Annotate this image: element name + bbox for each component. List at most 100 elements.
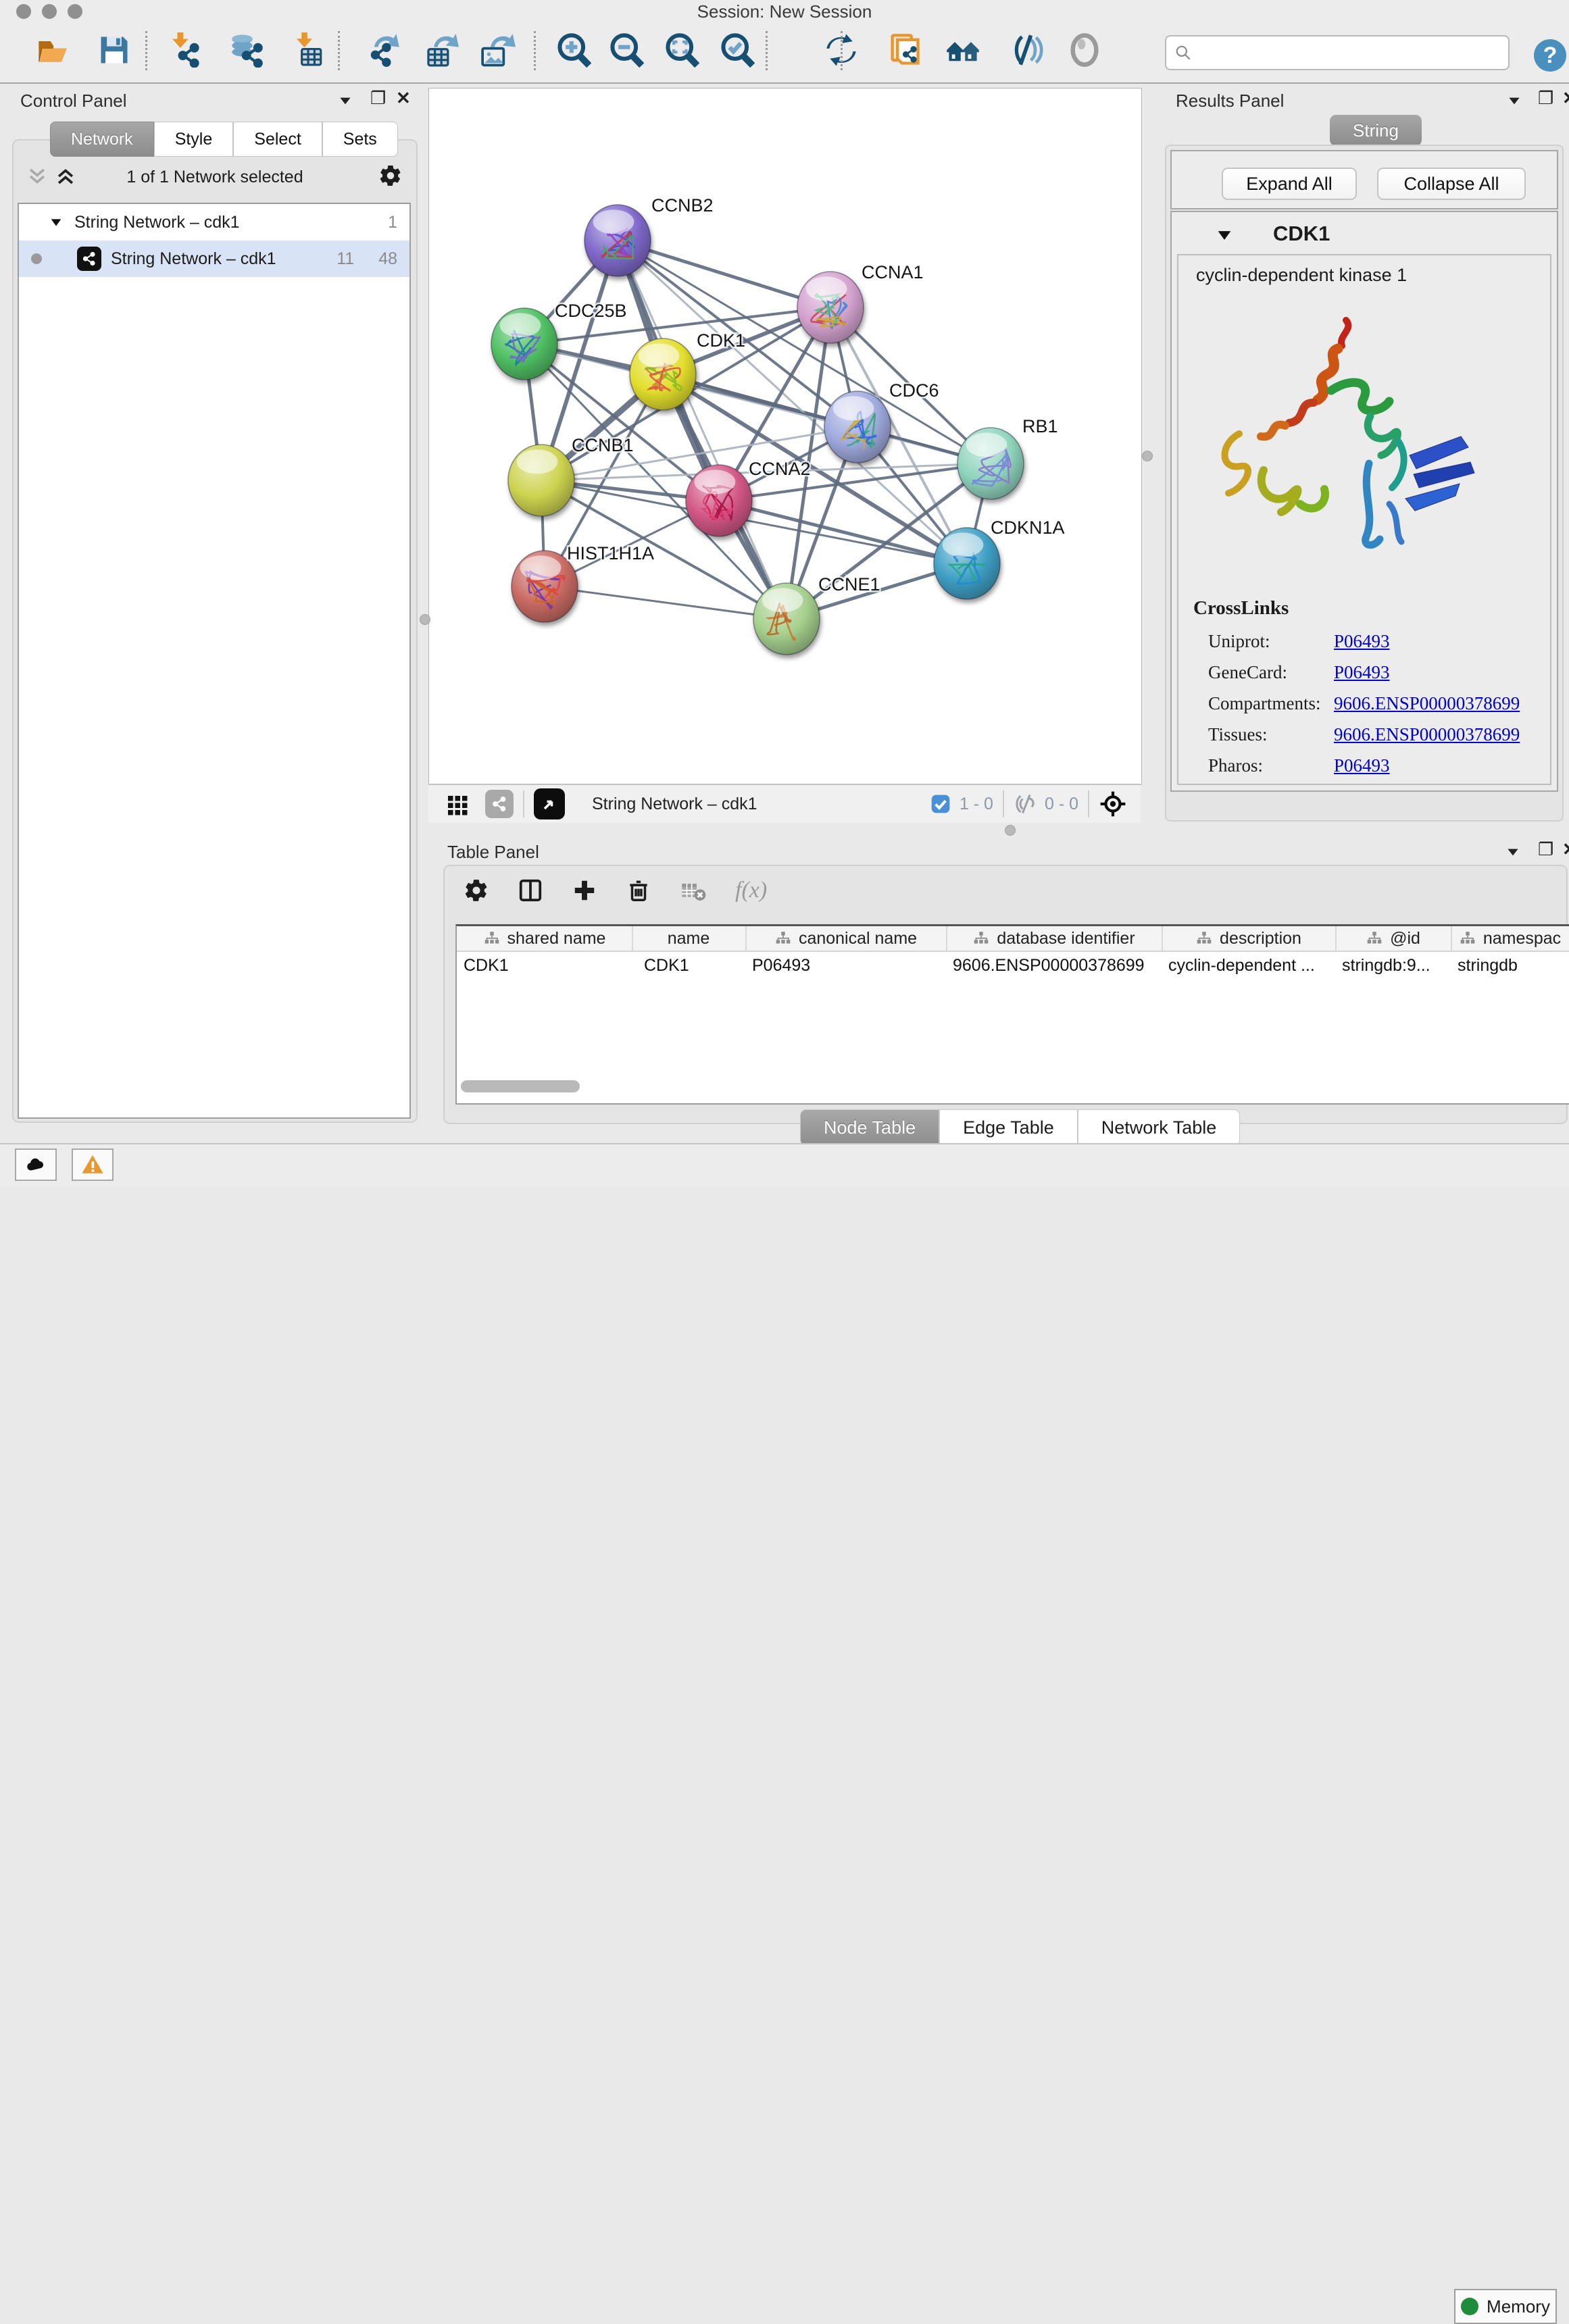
help-button[interactable]: ? [1533,38,1568,73]
network-node-ccna2[interactable] [686,465,752,536]
zoom-selected-button[interactable] [714,28,761,72]
cloud-status-button[interactable] [15,1148,57,1181]
node-label-ccna1: CCNA1 [862,262,924,282]
control-panel-menu-arrow-icon[interactable] [337,92,354,109]
collection-count: 1 [388,213,397,232]
table-panel-float-button[interactable]: ❐ [1538,840,1553,858]
hidden-eye-icon[interactable] [1014,792,1038,816]
tab-select[interactable]: Select [233,122,322,157]
control-panel-close-button[interactable]: ✕ [396,89,411,107]
toolbar-separator [338,31,340,70]
network-node-cdc6[interactable] [824,391,891,463]
gray-eye-button[interactable] [1061,28,1108,72]
column-header--id[interactable]: @id [1335,926,1452,951]
warning-status-button[interactable] [72,1148,114,1181]
export-table-button[interactable] [418,28,465,72]
export-network-button[interactable] [359,28,407,72]
network-canvas[interactable]: CCNB2CCNA1CDC25BCDK1CDC6RB1CCNB1CCNA2CDK… [428,88,1142,785]
network-node-ccna1[interactable] [797,272,864,343]
protein-collapse-arrow-icon[interactable] [1215,226,1234,245]
table-panel-close-button[interactable]: ✕ [1562,840,1569,858]
network-view-title: String Network – cdk1 [592,794,757,814]
crosslink-link[interactable]: P06493 [1334,662,1390,683]
birds-eye-view-icon[interactable] [534,788,565,819]
tab-edge-table[interactable]: Edge Table [939,1109,1078,1146]
add-column-plus-icon[interactable] [572,878,597,903]
search-input[interactable] [1197,43,1508,63]
crosslink-link[interactable]: P06493 [1334,631,1390,652]
column-header-name[interactable]: name [632,926,747,951]
crosslink-link[interactable]: 9606.ENSP00000378699 [1334,693,1520,714]
column-header-shared-name[interactable]: shared name [457,926,633,951]
show-hide-glass-button[interactable] [1003,28,1050,72]
zoom-in-icon [556,32,591,68]
network-share-icon[interactable] [485,790,514,818]
network-options-gear-icon[interactable] [378,163,403,188]
results-panel-close-button[interactable]: ✕ [1562,89,1569,107]
zoom-fit-button[interactable] [658,28,705,72]
expand-all-button[interactable]: Expand All [1222,168,1357,200]
node-gloss-highlight [500,313,541,337]
string-homes-button[interactable] [939,28,987,72]
crosslink-link[interactable]: 9606.ENSP00000378699 [1334,724,1520,745]
tab-network[interactable]: Network [50,122,154,157]
results-panel-float-button[interactable]: ❐ [1538,89,1553,107]
function-builder-icon[interactable]: f(x) [735,878,767,903]
tab-node-table[interactable]: Node Table [800,1109,939,1146]
network-node-cdkn1a[interactable] [934,528,1000,599]
zoom-out-button[interactable] [603,28,650,72]
table-settings-gear-icon[interactable] [464,878,489,903]
export-image-button[interactable] [474,28,522,72]
selected-checkbox-icon[interactable] [930,793,951,815]
node-gloss-highlight [517,449,558,474]
column-header-canonical-name[interactable]: canonical name [745,926,947,951]
memory-button[interactable]: Memory [1454,2289,1557,2324]
network-node-cdk1[interactable] [630,338,696,410]
toolbar-separator [766,31,768,70]
zoom-out-icon [609,32,644,68]
crosslink-link[interactable]: P06493 [1334,755,1390,776]
horizontal-splitter-handle[interactable] [1005,825,1016,836]
delete-table-icon[interactable] [680,877,707,904]
results-panel-menu-arrow-icon[interactable] [1505,92,1523,109]
control-panel-float-button[interactable]: ❐ [370,89,386,107]
table-panel: Table Panel ❐ ✕ f(x) shared namenamecano… [438,838,1569,1143]
network-edge[interactable] [545,586,787,619]
tab-network-table[interactable]: Network Table [1078,1109,1241,1146]
network-node-ccnb2[interactable] [584,205,651,276]
import-network-button[interactable] [161,28,208,72]
tab-sets[interactable]: Sets [322,122,398,157]
column-network-icon [1459,930,1476,947]
column-header-database-identifier[interactable]: database identifier [946,926,1163,951]
column-header-namespac[interactable]: namespac [1451,926,1569,951]
open-folder-button[interactable] [30,28,77,72]
network-node-cdc25b[interactable] [491,308,557,380]
gray-eye-icon [1067,32,1102,68]
show-columns-icon[interactable] [518,878,543,903]
network-node-rb1[interactable] [957,428,1024,499]
crosslinks-heading: CrossLinks [1193,597,1289,620]
grid-view-icon[interactable] [446,792,470,816]
node-gloss-highlight [833,396,874,420]
tab-style[interactable]: Style [154,122,234,157]
table-panel-menu-arrow-icon[interactable] [1504,843,1522,861]
table-row[interactable]: CDK1CDK1P064939606.ENSP00000378699cyclin… [457,952,1569,980]
column-header-description[interactable]: description [1162,926,1337,951]
network-collection-row[interactable]: String Network – cdk1 1 [19,204,409,241]
import-table-button[interactable] [284,28,331,72]
protein-name: CDK1 [1273,222,1330,246]
save-floppy-button[interactable] [91,28,138,72]
delete-column-trash-icon[interactable] [626,878,651,903]
import-database-button[interactable] [223,28,270,72]
table-horizontal-scrollbar[interactable] [461,1080,580,1092]
zoom-in-button[interactable] [550,28,597,72]
crosshair-icon[interactable] [1099,790,1127,818]
left-splitter-handle[interactable] [420,614,430,625]
tree-expand-arrow-icon[interactable] [49,215,64,230]
tab-string[interactable]: String [1330,115,1422,146]
network-row[interactable]: String Network – cdk1 11 48 [19,241,409,277]
collapse-all-button[interactable]: Collapse All [1377,168,1526,200]
share-document-button[interactable] [881,28,928,72]
network-node-ccne1[interactable] [753,583,820,655]
network-node-ccnb1[interactable] [508,445,574,516]
